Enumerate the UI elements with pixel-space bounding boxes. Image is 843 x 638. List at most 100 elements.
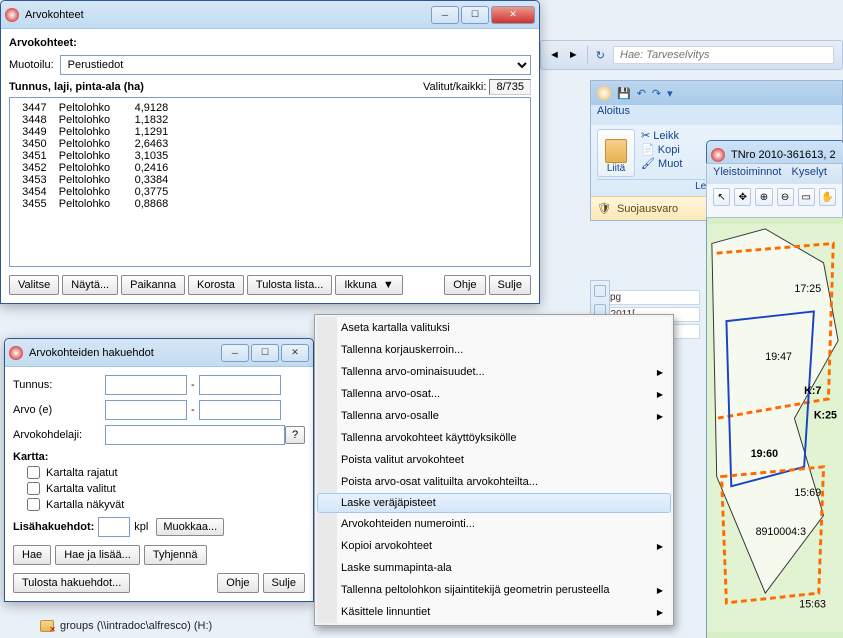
ikkuna-button[interactable]: Ikkuna ▼ xyxy=(335,275,402,295)
table-row[interactable]: 3449 Peltolohko 1,1291 xyxy=(16,126,524,138)
save-icon[interactable]: 💾 xyxy=(617,87,631,100)
nav-back-icon[interactable]: ◄ xyxy=(549,49,560,61)
undo-icon[interactable]: ↶ xyxy=(637,87,646,100)
format-painter-button[interactable]: 🖌 Muot xyxy=(641,157,683,170)
menu-item[interactable]: Kopioi arvokohteet▶ xyxy=(317,535,671,557)
laji-lookup-button[interactable]: ? xyxy=(285,426,305,444)
menu-item[interactable]: Arvokohteiden numerointi... xyxy=(317,513,671,535)
arvo-to-input[interactable] xyxy=(199,400,281,420)
menu-item[interactable]: Poista arvo-osat valituilta arvokohteilt… xyxy=(317,471,671,493)
folder-disconnected-icon xyxy=(40,620,54,632)
sulje-button[interactable]: Sulje xyxy=(489,275,531,295)
selected-counter: 8/735 xyxy=(489,79,531,95)
copy-button[interactable]: 📄 Kopi xyxy=(641,143,683,156)
tunnus-label: Tunnus: xyxy=(13,379,105,391)
pointer-tool-icon[interactable]: ↖ xyxy=(713,188,730,206)
maximize-button[interactable]: ☐ xyxy=(461,6,489,24)
select-tool-icon[interactable]: ▭ xyxy=(798,188,815,206)
hand-tool-icon[interactable]: ✋ xyxy=(819,188,836,206)
lisahakuehdot-label: Lisähakuehdot: xyxy=(13,521,94,533)
arvokohteet-list[interactable]: 3447 Peltolohko 4,9128 3448 Peltolohko 1… xyxy=(9,97,531,267)
refresh-icon[interactable]: ↻ xyxy=(596,49,605,62)
menu-item[interactable]: Tallenna arvo-osat...▶ xyxy=(317,383,671,405)
submenu-arrow-icon: ▶ xyxy=(657,390,663,399)
laji-input[interactable] xyxy=(105,425,285,445)
nayta-button[interactable]: Näytä... xyxy=(62,275,118,295)
app-icon xyxy=(9,346,23,360)
sulje-button[interactable]: Sulje xyxy=(263,573,305,593)
svg-text:15:69: 15:69 xyxy=(794,487,821,499)
ohje-button[interactable]: Ohje xyxy=(444,275,485,295)
menu-item[interactable]: Käsittele linnuntiet▶ xyxy=(317,601,671,623)
pan-tool-icon[interactable]: ✥ xyxy=(734,188,751,206)
ohje-button[interactable]: Ohje xyxy=(217,573,258,593)
tab-aloitus[interactable]: Aloitus xyxy=(597,105,630,125)
table-row[interactable]: 3451 Peltolohko 3,1035 xyxy=(16,150,524,162)
zoom-out-icon[interactable]: ⊖ xyxy=(777,188,794,206)
view-icon[interactable] xyxy=(594,285,606,297)
tulosta-hakuehdot-button[interactable]: Tulosta hakuehdot... xyxy=(13,573,130,593)
tab-kyselyt[interactable]: Kyselyt xyxy=(791,166,826,182)
svg-text:K:7: K:7 xyxy=(804,385,821,397)
menu-item[interactable]: Laske summapinta-ala xyxy=(317,557,671,579)
nav-fwd-icon[interactable]: ► xyxy=(568,49,579,61)
minimize-button[interactable]: ─ xyxy=(431,6,459,24)
tunnus-to-input[interactable] xyxy=(199,375,281,395)
table-row[interactable]: 3453 Peltolohko 0,3384 xyxy=(16,174,524,186)
svg-text:K:25: K:25 xyxy=(814,409,837,421)
table-row[interactable]: 3447 Peltolohko 4,9128 xyxy=(16,102,524,114)
table-row[interactable]: 3448 Peltolohko 1,1832 xyxy=(16,114,524,126)
table-row[interactable]: 3454 Peltolohko 0,3775 xyxy=(16,186,524,198)
gis-toolbar: Yleistoiminnot Kyselyt ↖ ✥ ⊕ ⊖ ▭ ✋ xyxy=(706,163,843,218)
close-button[interactable]: ✕ xyxy=(281,344,309,362)
arvo-from-input[interactable] xyxy=(105,400,187,420)
minimize-button[interactable]: ─ xyxy=(221,344,249,362)
submenu-arrow-icon: ▶ xyxy=(657,368,663,377)
table-row[interactable]: 3455 Peltolohko 0,8868 xyxy=(16,198,524,210)
list-item[interactable]: .jpg xyxy=(600,290,700,305)
table-row[interactable]: 3450 Peltolohko 2,6463 xyxy=(16,138,524,150)
menu-item[interactable]: Tallenna korjauskerroin... xyxy=(317,339,671,361)
hae-button[interactable]: Hae xyxy=(13,545,51,565)
map-canvas[interactable]: 17:25 19:47 K:7 K:25 19:60 15:69 15:63 8… xyxy=(706,218,843,638)
tyhjenna-button[interactable]: Tyhjennä xyxy=(144,545,207,565)
laji-label: Arvokohdelaji: xyxy=(13,429,105,441)
lisa-count-input[interactable] xyxy=(98,517,130,537)
dash: - xyxy=(191,404,195,416)
network-drive-item[interactable]: groups (\\intradoc\alfresco) (H:) xyxy=(40,620,212,632)
muokkaa-button[interactable]: Muokkaa... xyxy=(156,518,224,536)
submenu-arrow-icon: ▶ xyxy=(657,586,663,595)
zoom-in-icon[interactable]: ⊕ xyxy=(755,188,772,206)
maximize-button[interactable]: ☐ xyxy=(251,344,279,362)
menu-item[interactable]: Laske veräjäpisteet xyxy=(317,493,671,513)
chk-kartalla-nakyvat[interactable]: Kartalla näkyvät xyxy=(27,498,305,511)
paste-button[interactable]: Liitä xyxy=(597,129,635,177)
tab-yleistoiminnot[interactable]: Yleistoiminnot xyxy=(713,166,781,182)
format-select[interactable]: Perustiedot xyxy=(60,55,531,75)
chk-kartalta-rajatut[interactable]: Kartalta rajatut xyxy=(27,466,305,479)
cut-button[interactable]: ✂ Leikk xyxy=(641,129,683,142)
menu-item[interactable]: Tallenna arvo-osalle▶ xyxy=(317,405,671,427)
tulosta-lista-button[interactable]: Tulosta lista... xyxy=(247,275,332,295)
search-input[interactable] xyxy=(613,46,834,64)
office-button[interactable] xyxy=(597,86,611,100)
redo-icon[interactable]: ↷ xyxy=(652,87,661,100)
tunnus-from-input[interactable] xyxy=(105,375,187,395)
menu-item[interactable]: Aseta kartalla valituksi xyxy=(317,317,671,339)
close-button[interactable]: ✕ xyxy=(491,6,535,24)
app-icon xyxy=(711,148,725,162)
hae-ja-lisaa-button[interactable]: Hae ja lisää... xyxy=(55,545,140,565)
korosta-button[interactable]: Korosta xyxy=(188,275,244,295)
list-header: Tunnus, laji, pinta-ala (ha) xyxy=(9,81,144,93)
valitse-button[interactable]: Valitse xyxy=(9,275,59,295)
menu-item[interactable]: Tallenna arvo-ominaisuudet...▶ xyxy=(317,361,671,383)
chk-kartalta-valitut[interactable]: Kartalta valitut xyxy=(27,482,305,495)
menu-item[interactable]: Poista valitut arvokohteet xyxy=(317,449,671,471)
table-row[interactable]: 3452 Peltolohko 0,2416 xyxy=(16,162,524,174)
dash: - xyxy=(191,379,195,391)
menu-item[interactable]: Tallenna arvokohteet käyttöyksikölle xyxy=(317,427,671,449)
menu-item[interactable]: Tallenna peltolohkon sijaintitekijä geom… xyxy=(317,579,671,601)
paikanna-button[interactable]: Paikanna xyxy=(121,275,185,295)
app-icon xyxy=(5,8,19,22)
qat-more-icon[interactable]: ▾ xyxy=(667,87,673,100)
